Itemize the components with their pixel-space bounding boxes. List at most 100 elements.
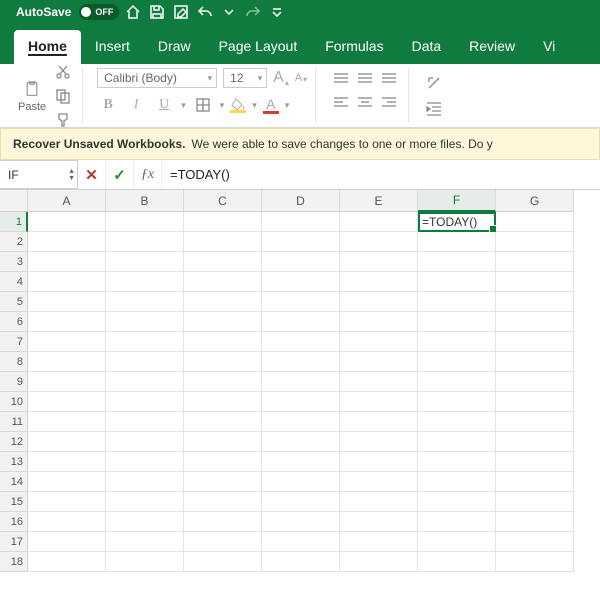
cell-F3[interactable] — [418, 252, 496, 272]
cell-F14[interactable] — [418, 472, 496, 492]
font-color-button[interactable]: A — [263, 97, 279, 114]
cell-F2[interactable] — [418, 232, 496, 252]
cell-B4[interactable] — [106, 272, 184, 292]
col-head-D[interactable]: D — [262, 190, 340, 212]
cell-F10[interactable] — [418, 392, 496, 412]
row-head-1[interactable]: 1 — [0, 212, 28, 232]
cell-B12[interactable] — [106, 432, 184, 452]
paste-button[interactable]: Paste — [18, 78, 46, 113]
cell-E13[interactable] — [340, 452, 418, 472]
row-head-18[interactable]: 18 — [0, 552, 28, 572]
cell-C13[interactable] — [184, 452, 262, 472]
chevron-down-icon[interactable]: ▾ — [181, 100, 186, 111]
tab-page-layout[interactable]: Page Layout — [205, 30, 312, 64]
save-icon[interactable] — [147, 2, 167, 22]
cell-C2[interactable] — [184, 232, 262, 252]
cell-A11[interactable] — [28, 412, 106, 432]
cell-B5[interactable] — [106, 292, 184, 312]
align-right-button[interactable] — [378, 92, 400, 114]
row-head-11[interactable]: 11 — [0, 412, 28, 432]
cell-E18[interactable] — [340, 552, 418, 572]
cell-G11[interactable] — [496, 412, 574, 432]
chevron-down-icon[interactable]: ▾ — [285, 100, 290, 111]
cell-E9[interactable] — [340, 372, 418, 392]
orientation-button[interactable] — [423, 72, 445, 94]
redo-icon[interactable] — [243, 2, 263, 22]
cell-E10[interactable] — [340, 392, 418, 412]
cell-D5[interactable] — [262, 292, 340, 312]
cell-G6[interactable] — [496, 312, 574, 332]
cell-D18[interactable] — [262, 552, 340, 572]
cell-G1[interactable] — [496, 212, 574, 232]
cell-F9[interactable] — [418, 372, 496, 392]
tab-draw[interactable]: Draw — [144, 30, 205, 64]
col-head-B[interactable]: B — [106, 190, 184, 212]
cell-C15[interactable] — [184, 492, 262, 512]
fill-color-button[interactable] — [230, 98, 246, 113]
qt-more-icon[interactable] — [267, 2, 287, 22]
edit-icon[interactable] — [171, 2, 191, 22]
autosave-toggle[interactable]: OFF — [79, 4, 119, 20]
cell-G14[interactable] — [496, 472, 574, 492]
cell-F17[interactable] — [418, 532, 496, 552]
cell-E1[interactable] — [340, 212, 418, 232]
align-middle-button[interactable] — [354, 68, 376, 90]
bold-button[interactable]: B — [97, 97, 119, 113]
cell-A14[interactable] — [28, 472, 106, 492]
cell-G4[interactable] — [496, 272, 574, 292]
cell-E5[interactable] — [340, 292, 418, 312]
cell-D17[interactable] — [262, 532, 340, 552]
italic-button[interactable]: I — [125, 97, 147, 113]
undo-more-icon[interactable] — [219, 2, 239, 22]
cell-A17[interactable] — [28, 532, 106, 552]
tab-insert[interactable]: Insert — [81, 30, 144, 64]
cell-C4[interactable] — [184, 272, 262, 292]
cell-E11[interactable] — [340, 412, 418, 432]
cell-G3[interactable] — [496, 252, 574, 272]
cell-C6[interactable] — [184, 312, 262, 332]
cell-A1[interactable] — [28, 212, 106, 232]
cell-C17[interactable] — [184, 532, 262, 552]
cell-A2[interactable] — [28, 232, 106, 252]
cell-A6[interactable] — [28, 312, 106, 332]
cell-D6[interactable] — [262, 312, 340, 332]
cell-C16[interactable] — [184, 512, 262, 532]
cell-B1[interactable] — [106, 212, 184, 232]
cell-A3[interactable] — [28, 252, 106, 272]
cell-C10[interactable] — [184, 392, 262, 412]
cell-F7[interactable] — [418, 332, 496, 352]
align-center-button[interactable] — [354, 92, 376, 114]
fx-button[interactable]: ƒx — [134, 160, 162, 189]
cell-G12[interactable] — [496, 432, 574, 452]
row-head-17[interactable]: 17 — [0, 532, 28, 552]
tab-vi[interactable]: Vi — [529, 30, 569, 64]
undo-icon[interactable] — [195, 2, 215, 22]
cell-D1[interactable] — [262, 212, 340, 232]
cell-G15[interactable] — [496, 492, 574, 512]
cell-G7[interactable] — [496, 332, 574, 352]
cell-C18[interactable] — [184, 552, 262, 572]
cell-F5[interactable] — [418, 292, 496, 312]
cell-C12[interactable] — [184, 432, 262, 452]
cell-F11[interactable] — [418, 412, 496, 432]
cell-D13[interactable] — [262, 452, 340, 472]
cell-A15[interactable] — [28, 492, 106, 512]
cell-E3[interactable] — [340, 252, 418, 272]
cell-G5[interactable] — [496, 292, 574, 312]
cell-B7[interactable] — [106, 332, 184, 352]
indent-button[interactable] — [423, 98, 445, 120]
cell-B13[interactable] — [106, 452, 184, 472]
row-head-14[interactable]: 14 — [0, 472, 28, 492]
row-head-5[interactable]: 5 — [0, 292, 28, 312]
cell-A7[interactable] — [28, 332, 106, 352]
row-head-8[interactable]: 8 — [0, 352, 28, 372]
name-box[interactable]: IF ▲▼ — [0, 160, 78, 189]
cell-A8[interactable] — [28, 352, 106, 372]
cell-E17[interactable] — [340, 532, 418, 552]
cell-E16[interactable] — [340, 512, 418, 532]
cell-B14[interactable] — [106, 472, 184, 492]
cell-D12[interactable] — [262, 432, 340, 452]
cell-A9[interactable] — [28, 372, 106, 392]
cell-G2[interactable] — [496, 232, 574, 252]
chevron-down-icon[interactable]: ▾ — [252, 100, 257, 111]
